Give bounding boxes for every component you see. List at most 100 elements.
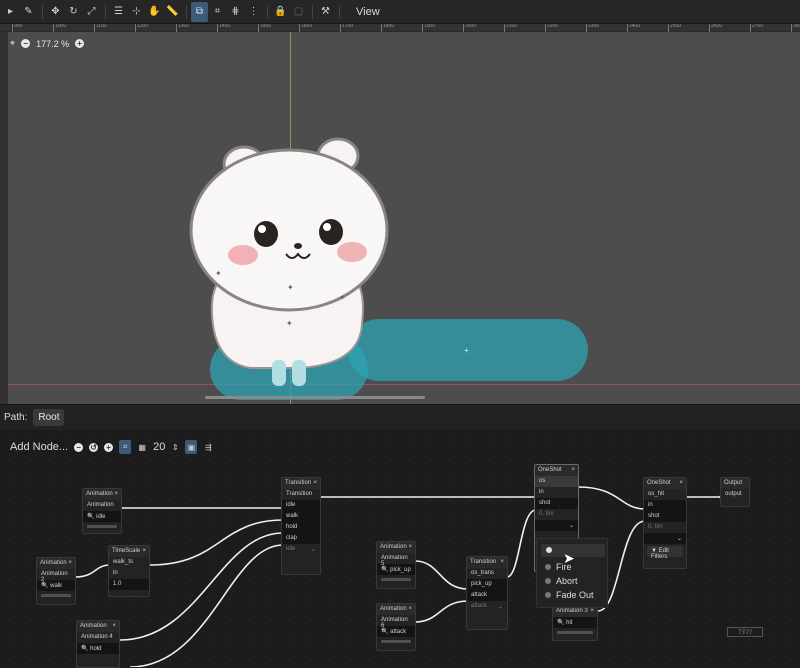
close-icon[interactable]: × <box>408 606 412 613</box>
fadein-field[interactable]: 0. tim <box>644 522 686 533</box>
node-title: Animation <box>86 491 113 497</box>
node-title: Animation <box>80 623 107 629</box>
close-icon[interactable]: × <box>313 480 317 487</box>
animation-node-pickup[interactable]: Animation × Animation 5 🔍 pick_up <box>376 541 416 589</box>
current-state-selector[interactable]: attack ⌄ <box>467 601 507 612</box>
oneshot-request-dropdown[interactable]: Fire Abort Fade Out <box>536 538 608 608</box>
timescale-node[interactable]: TimeScale × walk_ts in 1.0 <box>108 545 150 597</box>
input-port-shot[interactable]: shot <box>535 498 578 509</box>
current-state-label: idle <box>286 546 296 552</box>
node-header[interactable]: TimeScale × <box>109 546 149 557</box>
node-title: Output <box>724 480 743 486</box>
animation-node-hold[interactable]: Animation × Animation 4 🔍 hold <box>76 620 120 668</box>
close-icon[interactable]: × <box>500 559 504 566</box>
output-port[interactable]: output <box>721 489 749 500</box>
input-port-in[interactable]: in <box>535 487 578 498</box>
clip-name: attack <box>390 629 407 635</box>
node-header[interactable]: OneShot × <box>644 478 686 489</box>
close-icon[interactable]: × <box>68 560 72 567</box>
clip-name: idle <box>96 514 106 520</box>
node-output-port[interactable]: walk_ts <box>109 557 149 568</box>
node-slider[interactable] <box>87 525 117 528</box>
clip-name: walk <box>50 583 63 589</box>
transition-node-main[interactable]: Transition × Transition idle walk hold cl… <box>281 477 321 575</box>
transition-node-oneshot[interactable]: Transition × os_trans pick_up attack atta… <box>466 556 508 630</box>
chevron-down-icon: ⌄ <box>568 523 574 529</box>
current-state-selector[interactable]: idle ⌄ <box>282 544 320 555</box>
node-header[interactable]: Transition × <box>282 478 320 489</box>
node-title: Animation 3 <box>556 608 588 614</box>
animation-node-hit[interactable]: Animation 3 × 🔍 hit <box>552 605 598 641</box>
edit-filters-label: Edit Filters <box>651 548 669 560</box>
animation-node-walk[interactable]: Animation × Animation 2 🔍 walk <box>36 557 76 605</box>
animation-node-idle[interactable]: Animation × Animation 🔍 idle <box>82 488 122 534</box>
node-slider[interactable] <box>381 640 411 643</box>
dropdown-option-abort[interactable]: Abort <box>545 576 578 586</box>
node-output-port[interactable]: os_hit <box>644 489 686 500</box>
node-output-port[interactable]: Animation 6 <box>377 615 415 629</box>
node-clip-selector[interactable]: 🔍 attack <box>377 626 415 637</box>
request-selector[interactable]: ⌄ <box>535 520 578 531</box>
node-output-port[interactable]: Animation <box>83 500 121 511</box>
node-clip-selector[interactable]: 🔍 walk <box>37 580 75 591</box>
close-icon[interactable]: × <box>142 548 146 555</box>
edit-filters-button[interactable]: ▼ Edit Filters <box>647 546 683 560</box>
input-port-pickup[interactable]: pick_up <box>467 579 507 590</box>
dropdown-option-fade-out[interactable]: Fade Out <box>545 590 594 600</box>
node-clip-selector[interactable]: 🔍 hold <box>77 643 119 654</box>
node-slider[interactable] <box>557 631 593 634</box>
input-port-shot[interactable]: shot <box>644 511 686 522</box>
node-slider[interactable] <box>41 594 71 597</box>
node-output-port[interactable]: Transition <box>282 489 320 500</box>
node-input-port[interactable]: in <box>109 568 149 579</box>
input-port-clap[interactable]: clap <box>282 533 320 544</box>
node-header[interactable]: Output <box>721 478 749 489</box>
clip-name: hold <box>90 646 102 652</box>
chevron-down-icon: ⌄ <box>310 547 316 553</box>
close-icon[interactable]: × <box>679 480 683 487</box>
input-port-in[interactable]: in <box>644 500 686 511</box>
option-label: Fade Out <box>556 590 594 600</box>
close-icon[interactable]: × <box>408 544 412 551</box>
node-header[interactable]: Animation × <box>83 489 121 500</box>
node-header[interactable]: Animation × <box>37 558 75 569</box>
node-output-port[interactable]: Animation 5 <box>377 553 415 567</box>
node-clip-selector[interactable]: 🔍 pick_up <box>377 564 415 575</box>
output-node[interactable]: Output output <box>720 477 750 507</box>
node-title: OneShot <box>538 467 562 473</box>
node-title: Animation <box>380 544 407 550</box>
node-output-port[interactable]: Animation 4 <box>77 632 119 643</box>
node-header[interactable]: Transition × <box>467 557 507 568</box>
node-title: OneShot <box>647 480 671 486</box>
node-output-port[interactable]: os <box>535 476 578 487</box>
node-clip-selector[interactable]: 🔍 hit <box>553 617 597 628</box>
node-slider[interactable] <box>381 578 411 581</box>
radio-selected-icon <box>546 547 552 553</box>
node-header[interactable]: Animation × <box>77 621 119 632</box>
node-clip-selector[interactable]: 🔍 idle <box>83 511 121 522</box>
input-port-idle[interactable]: idle <box>282 500 320 511</box>
clip-name: hit <box>566 620 573 626</box>
node-output-port[interactable]: os_trans <box>467 568 507 579</box>
oneshot-node-hit[interactable]: OneShot × os_hit in shot 0. tim ⌄ ▼ Edit … <box>643 477 687 569</box>
node-header[interactable]: Animation × <box>377 542 415 553</box>
close-icon[interactable]: × <box>112 623 116 630</box>
close-icon[interactable]: × <box>114 491 118 498</box>
watermark-logo: 7ﾀﾏﾂ <box>727 627 763 637</box>
request-selector[interactable]: ⌄ <box>644 533 686 544</box>
node-header[interactable]: OneShot × <box>535 465 578 476</box>
current-state-label: attack <box>471 603 488 609</box>
node-title: Transition <box>285 480 312 486</box>
close-icon[interactable]: × <box>590 608 594 615</box>
input-port-walk[interactable]: walk <box>282 511 320 522</box>
fadein-field[interactable]: 0. tim <box>535 509 578 520</box>
node-output-port[interactable]: Animation 2 <box>37 569 75 583</box>
node-title: Animation <box>380 606 407 612</box>
close-icon[interactable]: × <box>571 467 575 474</box>
scale-value-field[interactable]: 1.0 <box>109 579 149 590</box>
radio-icon <box>545 578 551 584</box>
input-port-attack[interactable]: attack <box>467 590 507 601</box>
input-port-hold[interactable]: hold <box>282 522 320 533</box>
animation-node-attack[interactable]: Animation × Animation 6 🔍 attack <box>376 603 416 651</box>
node-header[interactable]: Animation × <box>377 604 415 615</box>
